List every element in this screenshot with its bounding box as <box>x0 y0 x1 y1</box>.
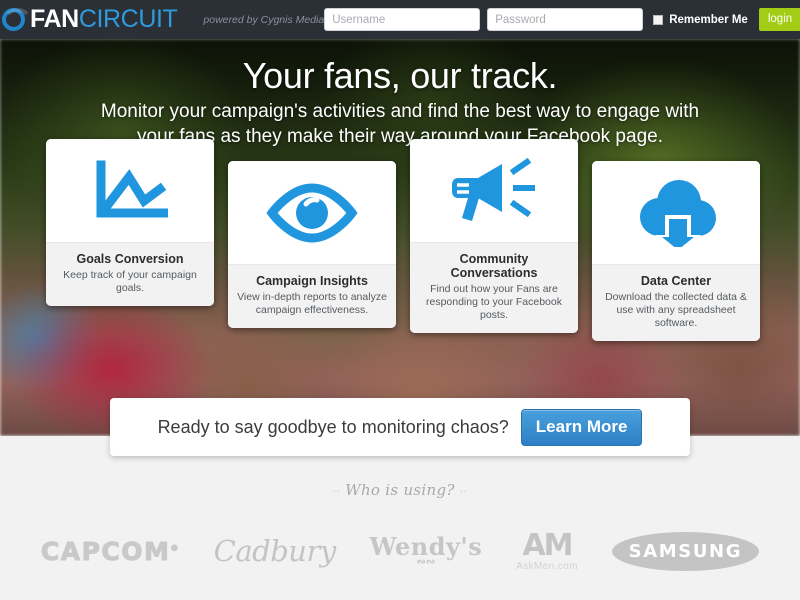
username-input[interactable] <box>324 8 481 31</box>
remember-me-label: Remember Me <box>669 13 748 26</box>
logo-cadbury-text: Cadbury <box>213 534 337 568</box>
who-is-using-heading: ·· Who is using? ·· <box>0 481 800 499</box>
feature-card-label: Community Conversations Find out how you… <box>410 242 578 333</box>
cta-bar: Ready to say goodbye to monitoring chaos… <box>110 398 690 456</box>
logo-samsung: SAMSUNG <box>611 531 760 571</box>
feature-card-title: Data Center <box>640 274 712 288</box>
top-header-bar: FANCIRCUIT powered by Cygnis Media Remem… <box>0 0 800 39</box>
login-button[interactable]: login <box>758 8 800 31</box>
brand-wordmark: FANCIRCUIT <box>30 5 178 33</box>
cloud-download-icon <box>592 161 760 264</box>
decorative-tick-left: ·· <box>332 485 341 498</box>
feature-card-community-conversations[interactable]: Community Conversations Find out how you… <box>410 139 578 333</box>
logo-cadbury: Cadbury <box>213 534 337 568</box>
feature-card-data-center[interactable]: Data Center Download the collected data … <box>592 161 760 341</box>
logo-askmen: AM AskMen.com <box>516 527 578 572</box>
brand-logo[interactable]: FANCIRCUIT <box>2 5 178 33</box>
feature-card-title: Community Conversations <box>450 252 538 280</box>
logo-capcom-mark: ® <box>170 543 180 553</box>
who-is-using-label: Who is using? <box>345 481 455 499</box>
feature-card-label: Goals Conversion Keep track of your camp… <box>46 242 214 306</box>
logo-askmen-monogram: AM <box>522 527 573 563</box>
eye-icon <box>228 161 396 264</box>
feature-card-desc: View in-depth reports to analyze campaig… <box>237 291 387 316</box>
remember-me-checkbox[interactable] <box>653 14 664 25</box>
feature-card-label: Data Center Download the collected data … <box>592 264 760 341</box>
learn-more-button[interactable]: Learn More <box>520 408 643 446</box>
client-logos-row: CAPCOM® Cadbury Wendy's ∾∾ AM AskMen.com… <box>0 516 800 586</box>
footer-section: ·· Who is using? ·· CAPCOM® Cadbury Wendy'… <box>0 436 800 600</box>
logo-samsung-text: SAMSUNG <box>611 531 760 571</box>
feature-card-campaign-insights[interactable]: Campaign Insights View in-depth reports … <box>228 161 396 328</box>
feature-card-label: Campaign Insights View in-depth reports … <box>228 264 396 328</box>
hero-headline: Your fans, our track. <box>242 55 558 96</box>
feature-card-title: Campaign Insights <box>256 274 368 288</box>
logo-capcom: CAPCOM® <box>40 536 180 566</box>
feature-card-goals-conversion[interactable]: Goals Conversion Keep track of your camp… <box>46 139 214 306</box>
remember-me-control[interactable]: Remember Me <box>653 14 748 26</box>
megaphone-icon <box>410 139 578 242</box>
decorative-tick-right: ·· <box>459 485 468 498</box>
logo-wendys: Wendy's ∾∾ <box>369 535 482 568</box>
logo-capcom-text: CAPCOM <box>40 536 171 566</box>
powered-by-text: powered by Cygnis Media <box>203 13 325 26</box>
password-input[interactable] <box>487 8 644 31</box>
circle-ring-icon <box>2 8 33 31</box>
line-chart-icon <box>46 139 214 242</box>
feature-cards-row: Goals Conversion Keep track of your camp… <box>0 139 800 369</box>
feature-card-title: Goals Conversion <box>76 252 184 266</box>
login-form: Remember Me login <box>324 8 800 31</box>
cta-text: Ready to say goodbye to monitoring chaos… <box>157 416 509 437</box>
logo-askmen-wordmark: AskMen.com <box>516 560 578 572</box>
brand-name-second: CIRCUIT <box>78 5 178 33</box>
feature-card-desc: Find out how your Fans are responding to… <box>425 283 562 321</box>
brand-name-first: FAN <box>30 5 79 33</box>
feature-card-desc: Download the collected data & use with a… <box>605 291 747 329</box>
feature-card-desc: Keep track of your campaign goals. <box>63 269 197 294</box>
